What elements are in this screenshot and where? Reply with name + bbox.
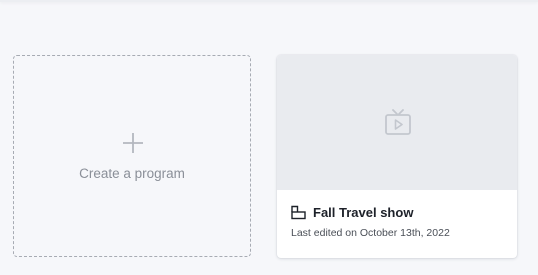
program-thumbnail bbox=[277, 55, 517, 190]
program-title-row: Fall Travel show bbox=[291, 205, 413, 220]
program-title: Fall Travel show bbox=[313, 205, 414, 220]
create-program-label: Create a program bbox=[79, 166, 185, 181]
program-icon bbox=[291, 205, 306, 220]
program-card[interactable]: Fall Travel show Last edited on October … bbox=[277, 55, 517, 258]
top-bar bbox=[0, 0, 538, 2]
create-program-card[interactable]: Create a program bbox=[13, 55, 251, 257]
tv-icon bbox=[385, 109, 411, 135]
program-last-edited: Last edited on October 13th, 2022 bbox=[291, 227, 450, 239]
plus-icon bbox=[123, 133, 143, 153]
